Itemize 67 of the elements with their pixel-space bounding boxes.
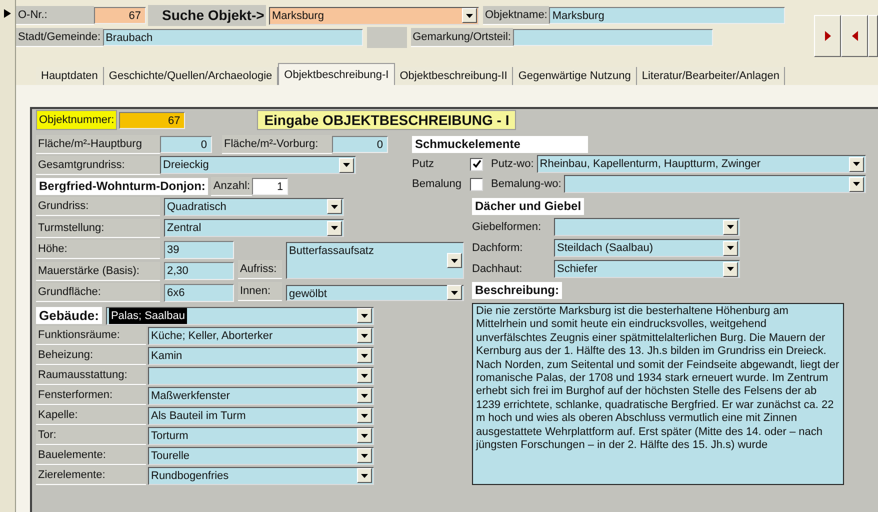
dropdown-field[interactable]: Steildach (Saalbau) bbox=[554, 239, 740, 257]
field-label: Putz-wo: bbox=[491, 157, 534, 172]
field-label: Gemarkung/Ortsteil: bbox=[410, 28, 513, 47]
field-label: Fläche/m²-Vorburg: bbox=[222, 134, 332, 154]
search-label: Suche Objekt-> bbox=[148, 5, 266, 26]
field-label: Innen: bbox=[238, 282, 282, 300]
number-field[interactable]: 0 bbox=[160, 136, 212, 152]
field-label: Kapelle: bbox=[36, 406, 146, 425]
dropdown-field[interactable]: Palas; Saalbau bbox=[106, 306, 374, 324]
field-label: Mauerstärke (Basis): bbox=[36, 262, 160, 281]
number-field[interactable]: 67 bbox=[94, 7, 146, 24]
field-label: Grundfläche: bbox=[36, 283, 160, 302]
dropdown-field[interactable]: Quadratisch bbox=[164, 198, 344, 216]
checkbox-label: Putz bbox=[412, 157, 436, 172]
field-label: Turmstellung: bbox=[36, 218, 160, 238]
field-label: Dachhaut: bbox=[472, 262, 524, 277]
dropdown-field[interactable]: Als Bauteil im Turm bbox=[148, 406, 374, 424]
dropdown-field[interactable]: Küche; Keller, Aborterker bbox=[148, 326, 374, 344]
field-label: Gesamtgrundriss: bbox=[36, 156, 160, 174]
dropdown-field[interactable]: Rundbogenfries bbox=[148, 466, 374, 484]
field-label: Grundriss: bbox=[36, 197, 160, 216]
field-label: Zierelemente: bbox=[36, 466, 146, 485]
section-heading: Gebäude: bbox=[36, 307, 102, 324]
section-heading: Beschreibung: bbox=[472, 282, 562, 298]
number-field[interactable]: 1 bbox=[252, 178, 288, 194]
field-label: Beheizung: bbox=[36, 346, 146, 365]
field-label: Dachform: bbox=[472, 241, 524, 256]
field-label: Objektnummer: bbox=[36, 110, 118, 130]
dropdown-field[interactable]: Torturm bbox=[148, 426, 374, 444]
field-label: Aufriss: bbox=[238, 260, 282, 279]
tab[interactable]: Objektbeschreibung-I bbox=[278, 63, 395, 85]
text-field[interactable]: 2,30 bbox=[164, 262, 234, 280]
dropdown-field[interactable]: Butterfassaufsatz bbox=[286, 242, 464, 279]
dropdown-field[interactable]: Schiefer bbox=[554, 260, 740, 278]
dropdown-field[interactable]: Maßwerkfenster bbox=[148, 386, 374, 404]
checkbox-label: Bemalung bbox=[412, 177, 463, 192]
number-field[interactable]: 67 bbox=[119, 112, 186, 128]
field-label: Tor: bbox=[36, 426, 146, 445]
field-label: Stadt/Gemeinde: bbox=[16, 28, 103, 47]
dropdown-field[interactable]: Kamin bbox=[148, 346, 374, 364]
description-field[interactable]: Die nie zerstörte Marksburg ist die besterhaltene Höhenburg am Mittelrhein und somit heute ein eindrucksvolles, weitgehend unverfälschtes Zeugnis einer spätmittelalterlichen Burg. Die Mauern der Kernburg aus der 1. Hälfte des 13. Jh.s bilden im Grundriss ein Dreieck. Nach Norden, zum Seitental und somit der Feindseite abgewandt, liegt der romanische Palas, der 1708 und 1934 stark erneuert wurde. Im Zentrum erhebt sich frei im Burghof auf der höchsten Stelle des Felsens der ab 1239 errichtete, schlanke, quadratische Bergfried. Er war zunächst ca. 22 m hoch und wies als oberen Abschluss vermutlich eine mit Zinnen ausgestattete Wehrplattform auf. Erst später (Mitte des 14. oder – nach jüngsten Forschungen – in der 2. Hälfte des 15. Jh.s) wurde bbox=[472, 303, 844, 484]
field-label: Funktionsräume: bbox=[36, 326, 146, 345]
dropdown-field[interactable]: Zentral bbox=[164, 219, 344, 238]
section-heading: Schmuckelemente bbox=[412, 136, 588, 152]
text-field[interactable]: Braubach bbox=[102, 29, 363, 46]
field-label: Höhe: bbox=[36, 240, 160, 260]
dropdown-field[interactable]: gewölbt bbox=[286, 285, 464, 300]
search-combo[interactable]: Marksburg bbox=[269, 6, 479, 24]
text-field[interactable]: Marksburg bbox=[549, 7, 786, 24]
field-label: Giebelformen: bbox=[472, 220, 542, 235]
text-field[interactable]: 39 bbox=[164, 240, 234, 259]
field-label: Anzahl: bbox=[211, 176, 252, 196]
text-field[interactable]: 6x6 bbox=[164, 284, 234, 302]
form-title: Eingabe OBJEKTBESCHREIBUNG - I bbox=[257, 110, 516, 130]
field-label: Bauelemente: bbox=[36, 446, 146, 465]
field-label: O-Nr.: bbox=[16, 6, 94, 25]
field-label: Fläche/m²-Hauptburg bbox=[36, 134, 160, 154]
dropdown-field[interactable]: Rheinbau, Kapellenturm, Hauptturm, Zwinger bbox=[536, 155, 866, 173]
dropdown-field[interactable]: Dreieckig bbox=[160, 156, 356, 174]
section-heading: Dächer und Giebel bbox=[472, 198, 584, 214]
dropdown-field[interactable]: Tourelle bbox=[148, 446, 374, 464]
field-label: Bemalung-wo: bbox=[491, 177, 562, 192]
number-field[interactable]: 0 bbox=[332, 136, 388, 152]
field-label: Objektname: bbox=[483, 6, 550, 25]
section-heading: Bergfried-Wohnturm-Donjon: bbox=[36, 178, 208, 194]
field-label: Raumausstattung: bbox=[36, 366, 146, 385]
field-label: Fensterformen: bbox=[36, 386, 146, 405]
